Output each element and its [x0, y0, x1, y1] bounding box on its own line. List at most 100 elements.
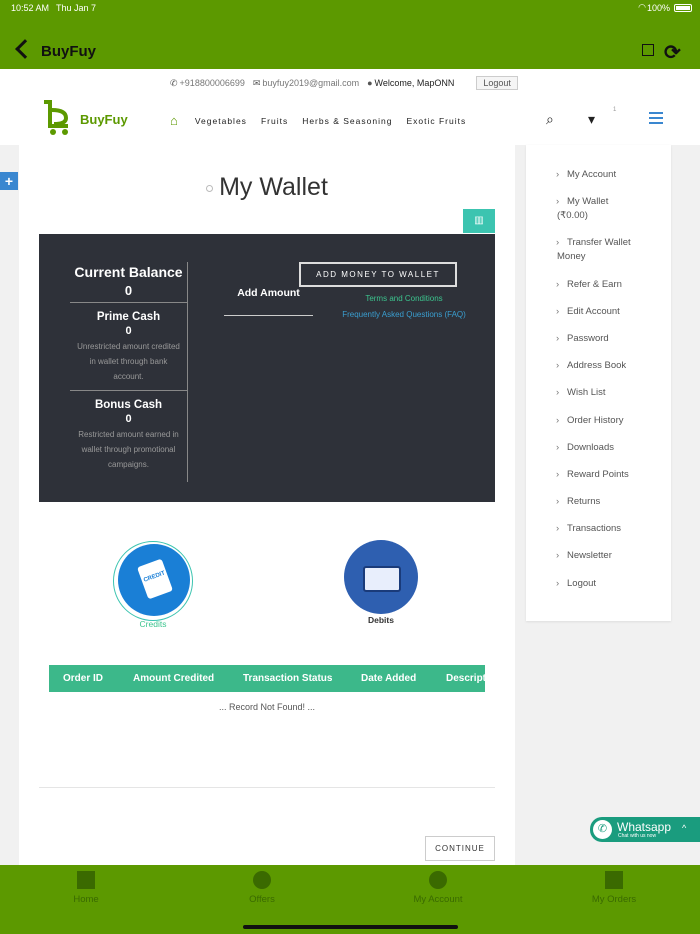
wallet-balance: (₹0.00) — [557, 210, 588, 222]
credits-label[interactable]: Credits — [113, 619, 193, 629]
sidebar-item-label: Transfer Wallet — [567, 237, 631, 249]
terms-link[interactable]: Terms and Conditions — [339, 294, 469, 303]
divider — [70, 390, 187, 391]
sidebar-item-label: Money — [557, 251, 586, 263]
site-logo[interactable]: BuyFuy — [40, 100, 130, 138]
main-content: My Wallet ▥ Current Balance 0 Prime Cash… — [19, 145, 515, 865]
prime-cash-value: 0 — [125, 325, 132, 337]
col-amount-credited: Amount Credited — [133, 673, 215, 684]
sidebar-item-transfer-wallet-money[interactable]: Transfer Wallet Money — [526, 236, 671, 264]
page-title-text: My Wallet — [219, 173, 328, 201]
sidebar-item-reward-points[interactable]: Reward Points — [526, 468, 671, 482]
menu-item-exotic-fruits[interactable]: Exotic Fruits — [406, 116, 466, 126]
sidebar-item-returns[interactable]: Returns — [526, 495, 671, 509]
prime-cash-label: Prime Cash — [96, 311, 161, 323]
app-navbar: BuyFuy ⟳ — [0, 16, 700, 69]
cart-count: 1 — [613, 107, 617, 113]
credits-icon[interactable]: CREDIT — [113, 541, 193, 621]
prime-cash-description: Unrestricted amount credited in wallet t… — [77, 342, 180, 381]
whatsapp-icon: ✆ — [593, 820, 612, 839]
menu-item-fruits[interactable]: Fruits — [261, 116, 288, 126]
refresh-icon[interactable]: ⟳ — [664, 40, 681, 65]
col-order-id: Order ID — [63, 673, 104, 684]
tab-my-orders[interactable]: My Orders — [564, 871, 664, 905]
no-record-message: ... Record Not Found! ... — [218, 702, 316, 712]
welcome-text: Welcome, MapONN — [374, 78, 455, 88]
tab-label: Offers — [249, 894, 275, 905]
sidebar-item-newsletter[interactable]: Newsletter — [526, 549, 671, 563]
bank-icon[interactable]: ▥ — [463, 209, 495, 233]
search-icon[interactable]: ⌕ — [546, 111, 554, 128]
wallet-panel: Current Balance 0 Prime Cash 0 Unrestric… — [39, 234, 495, 502]
current-balance-value: 0 — [70, 283, 187, 303]
tab-offers[interactable]: Offers — [212, 871, 312, 905]
phone-icon: ✆ — [170, 77, 178, 88]
tab-home[interactable]: Home — [36, 871, 136, 905]
hamburger-menu-icon[interactable] — [649, 112, 663, 124]
add-money-button[interactable]: ADD MONEY TO WALLET — [299, 262, 457, 287]
phone-number[interactable]: +918800006699 — [180, 78, 245, 88]
menu-item-vegetables[interactable]: Vegetables — [195, 116, 247, 126]
bonus-cash-description: Restricted amount earned in wallet throu… — [78, 430, 179, 469]
home-icon[interactable]: ⌂ — [170, 113, 179, 128]
status-date: Thu Jan 7 — [56, 3, 97, 13]
plus-icon[interactable]: + — [0, 172, 18, 190]
title-bullet-icon — [206, 184, 214, 192]
cart-icon[interactable]: ▾ — [588, 111, 595, 128]
whatsapp-title: Whatsapp — [617, 820, 672, 834]
divider — [39, 787, 495, 788]
continue-button[interactable]: CONTINUE — [425, 836, 495, 861]
sidebar-item-label: My Wallet — [567, 196, 609, 208]
nav-title: BuyFuy — [41, 43, 97, 60]
tab-label: My Account — [413, 894, 463, 905]
debits-label[interactable]: Debits — [344, 615, 418, 625]
sidebar-item-wish-list[interactable]: Wish List — [526, 386, 671, 400]
bonus-cash-value: 0 — [125, 413, 132, 425]
tab-label: My Orders — [591, 894, 637, 905]
faq-link[interactable]: Frequently Asked Questions (FAQ) — [339, 310, 469, 320]
sidebar-item-transactions[interactable]: Transactions — [526, 522, 671, 536]
chevron-up-icon: ^ — [682, 823, 687, 833]
add-amount-field[interactable]: Add Amount — [224, 287, 313, 316]
battery-icon — [674, 4, 692, 12]
logo-text: BuyFuy — [80, 112, 128, 127]
sidebar-item-downloads[interactable]: Downloads — [526, 441, 671, 455]
account-sidebar: My Account My Wallet (₹0.00) Transfer Wal… — [526, 145, 671, 621]
mail-icon: ✉ — [252, 77, 261, 88]
offers-icon — [253, 871, 271, 889]
col-date-added: Date Added — [361, 673, 417, 684]
home-indicator — [243, 925, 458, 929]
status-bar: 10:52 AM Thu Jan 7 ◠ 100% — [0, 0, 700, 16]
sidebar-item-password[interactable]: Password — [526, 332, 671, 346]
home-icon — [77, 871, 95, 889]
bonus-cash-label: Bonus Cash — [94, 399, 163, 411]
user-icon — [429, 871, 447, 889]
email-address[interactable]: buyfuy2019@gmail.com — [262, 78, 359, 88]
debits-icon[interactable] — [344, 540, 418, 614]
whatsapp-chat-button[interactable]: ✆ Whatsapp Chat with us now ^ — [590, 817, 700, 842]
menu-item-herbs[interactable]: Herbs & Seasoning — [302, 116, 392, 126]
bottom-tab-bar: Home Offers My Account My Orders — [0, 865, 700, 934]
header-logout-button[interactable]: Logout — [476, 76, 518, 90]
col-description: Description — [446, 673, 485, 684]
logo-cart-icon — [44, 100, 69, 135]
sidebar-item-refer-earn[interactable]: Refer & Earn — [526, 278, 671, 292]
site-header: ✆ +918800006699 ✉ buyfuy2019@gmail.com ● We… — [0, 69, 700, 145]
col-transaction-status: Transaction Status — [243, 673, 333, 684]
sidebar-item-logout[interactable]: Logout — [526, 577, 671, 591]
transactions-table-header: Order ID Amount Credited Transaction Sta… — [49, 665, 485, 692]
sidebar-item-my-account[interactable]: My Account — [526, 168, 671, 182]
external-link-icon[interactable] — [642, 44, 654, 56]
sidebar-item-address-book[interactable]: Address Book — [526, 359, 671, 373]
top-info-bar: ✆ +918800006699 ✉ buyfuy2019@gmail.com ● We… — [170, 76, 518, 90]
status-time: 10:52 AM — [11, 3, 50, 13]
main-menu: ⌂ Vegetables Fruits Herbs & Seasoning Ex… — [170, 113, 466, 128]
back-arrow-icon[interactable] — [15, 39, 35, 59]
battery-percent: 100% — [646, 3, 670, 13]
sidebar-item-my-wallet[interactable]: My Wallet (₹0.00) — [526, 195, 671, 223]
tab-my-account[interactable]: My Account — [388, 871, 488, 905]
tab-label: Home — [73, 894, 99, 905]
sidebar-item-order-history[interactable]: Order History — [526, 414, 671, 428]
sidebar-item-edit-account[interactable]: Edit Account — [526, 305, 671, 319]
bag-icon — [605, 871, 623, 889]
